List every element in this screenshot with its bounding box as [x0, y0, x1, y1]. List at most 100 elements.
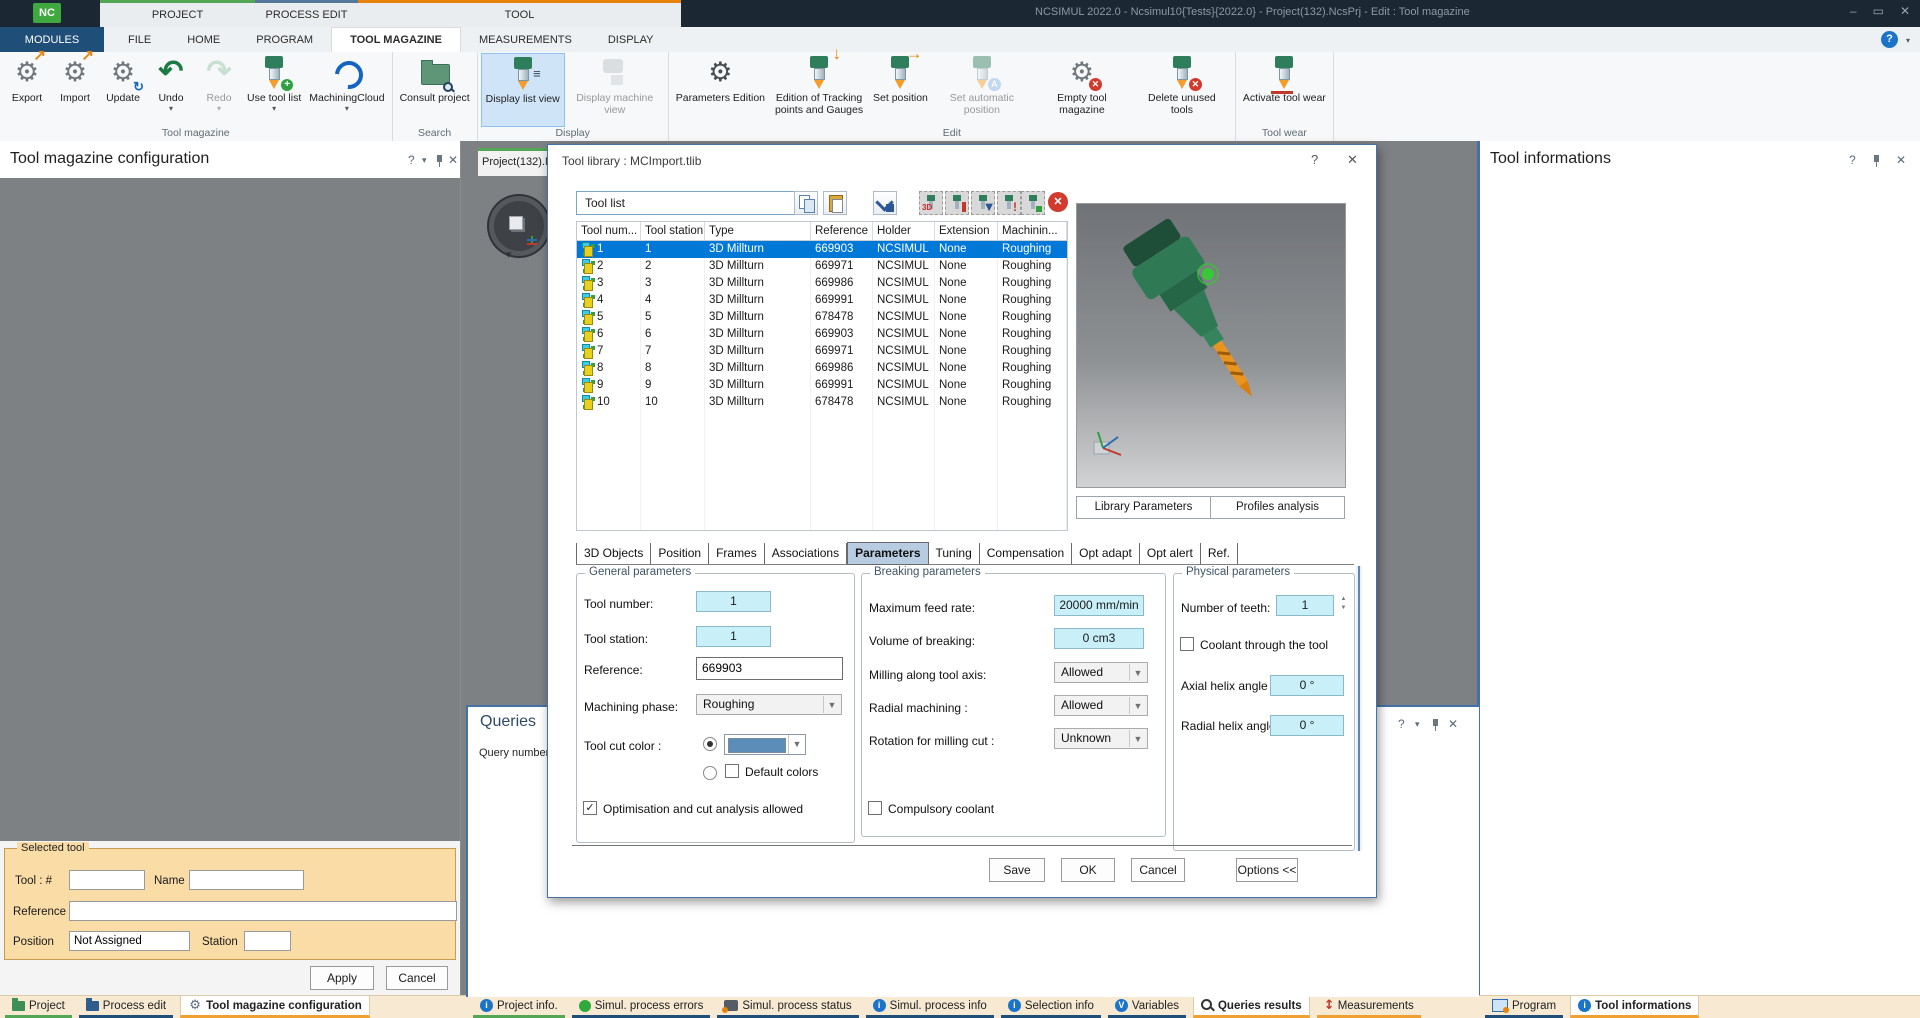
tab-frames[interactable]: Frames	[709, 543, 765, 564]
ribbon-tab-home[interactable]: HOME	[169, 27, 238, 52]
tab-ref[interactable]: Ref.	[1201, 543, 1238, 564]
column-header-tool-num[interactable]: Tool num...	[577, 222, 641, 240]
paste-icon[interactable]	[823, 191, 847, 215]
help-chevron-down-icon[interactable]: ▾	[1906, 36, 1910, 45]
ribbon-context-tool[interactable]: TOOL	[358, 0, 681, 27]
apply-button[interactable]: Apply	[310, 966, 374, 990]
close-icon[interactable]: ✕	[1900, 4, 1910, 18]
status-tab-simul-process-errors[interactable]: Simul. process errors	[572, 996, 711, 1018]
table-row[interactable]: 333D Millturn669986NCSIMULNoneRoughing	[577, 275, 1067, 292]
position-field[interactable]	[69, 931, 190, 951]
queries-pin-icon[interactable]	[1431, 719, 1441, 731]
ribbon-button-import[interactable]: ⚙↗Import	[51, 53, 99, 125]
ribbon-button-display-list-view[interactable]: ≡Display list view	[481, 53, 565, 127]
station-field[interactable]	[244, 931, 291, 951]
name-field[interactable]	[189, 870, 304, 890]
tool-cut-color-radio[interactable]	[703, 737, 717, 751]
tool-red-icon[interactable]	[945, 191, 969, 215]
ribbon-tab-file[interactable]: FILE	[110, 27, 169, 52]
machining-phase-select[interactable]: Roughing ▼	[696, 694, 842, 715]
new-3d-tool-icon[interactable]: 3D	[919, 191, 943, 215]
save-button[interactable]: Save	[989, 858, 1045, 882]
status-tab-project-info[interactable]: iProject info.	[473, 996, 565, 1018]
status-tab-program[interactable]: Program	[1485, 996, 1563, 1018]
status-tab-simul-process-info[interactable]: iSimul. process info	[866, 996, 994, 1018]
ribbon-button-undo[interactable]: ↶Undo▾	[147, 53, 195, 125]
panel-help-icon[interactable]: ?	[408, 153, 415, 167]
table-row[interactable]: 663D Millturn669903NCSIMULNoneRoughing	[577, 326, 1067, 343]
ribbon-tab-display[interactable]: DISPLAY	[590, 27, 672, 52]
ribbon-button-update[interactable]: ⚙↻Update	[99, 53, 147, 125]
status-tab-tool-magazine-configuration[interactable]: ⚙Tool magazine configuration	[180, 996, 370, 1018]
view-navigation-widget[interactable]	[489, 196, 549, 256]
tab-tuning[interactable]: Tuning	[929, 543, 980, 564]
ribbon-button-edition-of-tracking-points-and-gauges[interactable]: ↓Edition of Tracking points and Gauges	[769, 53, 869, 125]
table-row[interactable]: 773D Millturn669971NCSIMULNoneRoughing	[577, 343, 1067, 360]
right-panel-help-icon[interactable]: ?	[1849, 153, 1856, 167]
tool-magazine-viewport[interactable]	[0, 178, 460, 841]
coolant-through-tool-checkbox[interactable]	[1180, 637, 1194, 651]
restore-icon[interactable]: ▭	[1873, 4, 1884, 18]
ribbon-button-empty-tool-magazine[interactable]: ⚙✕Empty tool magazine	[1032, 53, 1132, 125]
dialog-scrollbar[interactable]	[1356, 566, 1362, 851]
ribbon-context-process-edit[interactable]: PROCESS EDIT	[255, 0, 358, 27]
default-colors-checkbox[interactable]	[725, 764, 739, 778]
queries-chevron-down-icon[interactable]: ▾	[1415, 717, 1420, 731]
status-tab-selection-info[interactable]: iSelection info	[1001, 996, 1101, 1018]
library-parameters-button[interactable]: Library Parameters	[1076, 496, 1211, 519]
tab-3d-objects[interactable]: 3D Objects	[576, 543, 651, 564]
rotation-milling-select[interactable]: Unknown ▼	[1054, 728, 1148, 749]
milling-axis-select[interactable]: Allowed ▼	[1054, 662, 1148, 683]
status-tab-variables[interactable]: VVariables	[1108, 996, 1186, 1018]
table-row[interactable]: 113D Millturn669903NCSIMULNoneRoughing	[577, 241, 1067, 258]
tab-associations[interactable]: Associations	[765, 543, 847, 564]
table-row[interactable]: 223D Millturn669971NCSIMULNoneRoughing	[577, 258, 1067, 275]
compulsory-coolant-checkbox[interactable]	[868, 801, 882, 815]
status-tab-tool-informations[interactable]: iTool informations	[1570, 996, 1699, 1018]
ribbon-button-set-position[interactable]: →Set position	[869, 53, 932, 125]
status-tab-process-edit[interactable]: Process edit	[79, 996, 173, 1018]
column-header-holder[interactable]: Holder	[873, 222, 935, 240]
tool-list-selector[interactable]: Tool list	[576, 191, 798, 215]
import-icon[interactable]	[873, 191, 897, 215]
table-row[interactable]: 443D Millturn669991NCSIMULNoneRoughing	[577, 292, 1067, 309]
ribbon-button-parameters-edition[interactable]: ⚙Parameters Edition	[672, 53, 769, 125]
column-header-extension[interactable]: Extension	[935, 222, 998, 240]
cancel-button[interactable]: Cancel	[386, 966, 448, 990]
help-icon[interactable]: ?	[1881, 31, 1898, 48]
table-row[interactable]: 883D Millturn669986NCSIMULNoneRoughing	[577, 360, 1067, 377]
tool-number-field[interactable]	[69, 870, 145, 890]
ribbon-button-export[interactable]: ⚙↗Export	[3, 53, 51, 125]
column-header-type[interactable]: Type	[705, 222, 811, 240]
tool-blue-icon[interactable]: ▼	[971, 191, 995, 215]
tool-cut-color-select[interactable]: ▼	[724, 734, 806, 755]
table-row[interactable]: 993D Millturn669991NCSIMULNoneRoughing	[577, 377, 1067, 394]
default-colors-radio[interactable]	[703, 766, 717, 780]
teeth-spinner[interactable]: ▲▼	[1338, 595, 1349, 614]
table-row[interactable]: 553D Millturn678478NCSIMULNoneRoughing	[577, 309, 1067, 326]
tab-position[interactable]: Position	[651, 543, 709, 564]
ribbon-button-activate-tool-wear[interactable]: Activate tool wear	[1239, 53, 1330, 125]
delete-icon[interactable]: ✕	[1047, 191, 1071, 215]
panel-close-icon[interactable]: ✕	[448, 153, 458, 167]
reference-field[interactable]	[69, 901, 457, 921]
panel-chevron-down-icon[interactable]: ▾	[422, 153, 427, 167]
ribbon-tab-measurements[interactable]: MEASUREMENTS	[461, 27, 590, 52]
queries-help-icon[interactable]: ?	[1398, 717, 1405, 731]
dialog-close-icon[interactable]: ✕	[1347, 152, 1358, 168]
status-tab-simul-process-status[interactable]: Simul. process status	[717, 996, 858, 1018]
status-tab-measurements[interactable]: ↕Measurements	[1317, 996, 1421, 1018]
minimize-icon[interactable]: –	[1850, 4, 1857, 18]
ok-button[interactable]: OK	[1061, 858, 1115, 882]
tab-parameters[interactable]: Parameters	[847, 542, 928, 565]
options-button[interactable]: Options <<	[1236, 858, 1298, 882]
tab-compensation[interactable]: Compensation	[980, 543, 1072, 564]
tab-opt-adapt[interactable]: Opt adapt	[1072, 543, 1140, 564]
queries-close-icon[interactable]: ✕	[1448, 717, 1458, 731]
tool-green-icon[interactable]	[1021, 191, 1045, 215]
status-tab-project[interactable]: Project	[5, 996, 72, 1018]
right-panel-pin-icon[interactable]	[1872, 155, 1882, 167]
cancel-button[interactable]: Cancel	[1131, 858, 1185, 882]
ribbon-button-delete-unused-tools[interactable]: ✕Delete unused tools	[1132, 53, 1232, 125]
status-tab-queries-results[interactable]: Queries results	[1193, 996, 1310, 1018]
